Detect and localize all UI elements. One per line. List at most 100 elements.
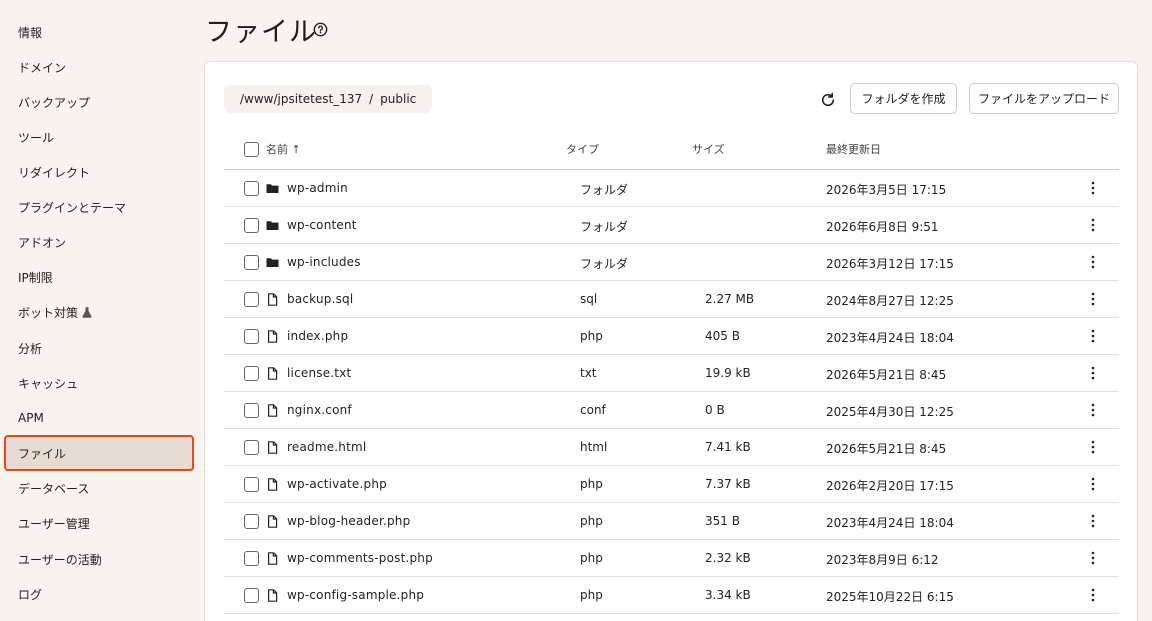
table-row[interactable]: wp-blog-header.php php 351 B 2023年4月24日 18:… [224, 503, 1119, 540]
sidebar-item-5[interactable]: プラグインとテーマ [6, 191, 192, 223]
sidebar-item-label: ログ [18, 587, 43, 602]
table-row[interactable]: backup.sql sql 2.27 MB 2024年8月27日 12:25 [224, 281, 1119, 318]
sidebar-item-2[interactable]: バックアップ [6, 86, 192, 118]
sidebar-item-15[interactable]: ユーザーの活動 [6, 543, 192, 575]
more-vertical-icon[interactable] [1088, 216, 1098, 234]
file-name[interactable]: nginx.conf [287, 403, 352, 417]
more-vertical-icon[interactable] [1088, 179, 1098, 197]
sidebar-item-7[interactable]: IP制限 [6, 261, 192, 293]
file-name[interactable]: wp-blog-header.php [287, 514, 410, 528]
refresh-icon[interactable] [819, 91, 837, 109]
file-modified: 2026年6月8日 9:51 [826, 220, 939, 234]
sidebar-item-13[interactable]: データベース [6, 472, 192, 504]
column-size-header[interactable]: サイズ [692, 141, 725, 157]
sidebar-item-label: 情報 [18, 25, 43, 40]
more-vertical-icon[interactable] [1088, 475, 1098, 493]
more-vertical-icon[interactable] [1088, 401, 1098, 419]
sidebar-item-4[interactable]: リダイレクト [6, 156, 192, 188]
file-name[interactable]: wp-comments-post.php [287, 551, 433, 565]
file-icon [268, 589, 278, 602]
file-name[interactable]: wp-includes [287, 255, 361, 269]
row-checkbox[interactable] [244, 588, 259, 603]
row-checkbox[interactable] [244, 218, 259, 233]
file-name[interactable]: wp-config-sample.php [287, 588, 424, 602]
file-name[interactable]: wp-content [287, 218, 357, 232]
sidebar-item-0[interactable]: 情報 [6, 16, 192, 48]
column-type-header[interactable]: タイプ [566, 141, 599, 157]
row-checkbox[interactable] [244, 255, 259, 270]
table-header: 名前 ↑ タイプ サイズ 最終更新日 [224, 134, 1119, 170]
file-modified: 2026年5月21日 8:45 [826, 368, 947, 382]
row-checkbox[interactable] [244, 329, 259, 344]
sidebar-item-12[interactable]: ファイル [4, 435, 194, 471]
file-type: php [580, 588, 603, 602]
row-checkbox[interactable] [244, 292, 259, 307]
column-modified-header[interactable]: 最終更新日 [826, 141, 881, 157]
file-name[interactable]: backup.sql [287, 292, 353, 306]
table-row[interactable]: wp-comments-post.php php 2.32 kB 2023年8月9日 … [224, 540, 1119, 577]
file-modified: 2023年8月9日 6:12 [826, 553, 939, 567]
file-type: txt [580, 366, 597, 380]
create-folder-button[interactable]: フォルダを作成 [850, 83, 957, 114]
file-name[interactable]: index.php [287, 329, 348, 343]
file-name[interactable]: wp-admin [287, 181, 348, 195]
file-type: フォルダ [580, 257, 629, 271]
file-icon [268, 478, 278, 491]
column-name-header[interactable]: 名前 ↑ [266, 141, 301, 157]
file-icon [268, 441, 278, 454]
sidebar-item-16[interactable]: ログ [6, 578, 192, 610]
more-vertical-icon[interactable] [1088, 327, 1098, 345]
sidebar-item-10[interactable]: キャッシュ [6, 367, 192, 399]
breadcrumb-path[interactable]: /www/jpsitetest_137 [240, 92, 362, 106]
sidebar-item-14[interactable]: ユーザー管理 [6, 507, 192, 539]
file-manager-panel: /www/jpsitetest_137 / public フォルダを作成 ファイ… [204, 61, 1138, 621]
sidebar-item-3[interactable]: ツール [6, 121, 192, 153]
sidebar-item-6[interactable]: アドオン [6, 226, 192, 258]
sidebar-item-9[interactable]: 分析 [6, 332, 192, 364]
table-row[interactable]: wp-activate.php php 7.37 kB 2026年2月20日 17:1… [224, 466, 1119, 503]
sidebar-item-11[interactable]: APM [6, 402, 192, 434]
more-vertical-icon[interactable] [1088, 586, 1098, 604]
sidebar-item-1[interactable]: ドメイン [6, 51, 192, 83]
file-modified: 2026年3月5日 17:15 [826, 183, 947, 197]
sidebar-item-label: キャッシュ [18, 376, 79, 391]
table-row[interactable]: readme.html html 7.41 kB 2026年5月21日 8:45 [224, 429, 1119, 466]
file-modified: 2025年10月22日 6:15 [826, 590, 954, 604]
table-row[interactable]: wp-config-sample.php php 3.34 kB 2025年10月22… [224, 577, 1119, 614]
more-vertical-icon[interactable] [1088, 290, 1098, 308]
row-checkbox[interactable] [244, 514, 259, 529]
file-size: 2.27 MB [705, 292, 755, 306]
table-row[interactable]: wp-admin フォルダ 2026年3月5日 17:15 [224, 170, 1119, 207]
file-size: 405 B [705, 329, 740, 343]
row-checkbox[interactable] [244, 477, 259, 492]
sidebar-item-8[interactable]: ボット対策 [6, 296, 192, 328]
table-row[interactable]: wp-includes フォルダ 2026年3月12日 17:15 [224, 244, 1119, 281]
row-checkbox[interactable] [244, 551, 259, 566]
row-checkbox[interactable] [244, 366, 259, 381]
table-row[interactable]: nginx.conf conf 0 B 2025年4月30日 12:25 [224, 392, 1119, 429]
file-modified: 2025年4月30日 12:25 [826, 405, 954, 419]
sidebar-item-label: ファイル [18, 446, 67, 461]
select-all-checkbox[interactable] [244, 142, 259, 157]
table-row[interactable]: index.php php 405 B 2023年4月24日 18:04 [224, 318, 1119, 355]
row-checkbox[interactable] [244, 181, 259, 196]
file-icon [268, 330, 278, 343]
file-size: 3.34 kB [705, 588, 751, 602]
more-vertical-icon[interactable] [1088, 364, 1098, 382]
file-name[interactable]: wp-activate.php [287, 477, 387, 491]
file-size: 7.41 kB [705, 440, 751, 454]
table-row[interactable]: license.txt txt 19.9 kB 2026年5月21日 8:45 [224, 355, 1119, 392]
sidebar-item-label: ユーザー管理 [18, 516, 90, 531]
row-checkbox[interactable] [244, 440, 259, 455]
more-vertical-icon[interactable] [1088, 438, 1098, 456]
more-vertical-icon[interactable] [1088, 253, 1098, 271]
row-checkbox[interactable] [244, 403, 259, 418]
question-circle-icon[interactable] [313, 22, 328, 37]
page-title: ファイル [205, 17, 317, 48]
file-name[interactable]: readme.html [287, 440, 366, 454]
table-row[interactable]: wp-content フォルダ 2026年6月8日 9:51 [224, 207, 1119, 244]
upload-file-button[interactable]: ファイルをアップロード [969, 83, 1119, 114]
more-vertical-icon[interactable] [1088, 549, 1098, 567]
file-name[interactable]: license.txt [287, 366, 351, 380]
more-vertical-icon[interactable] [1088, 512, 1098, 530]
